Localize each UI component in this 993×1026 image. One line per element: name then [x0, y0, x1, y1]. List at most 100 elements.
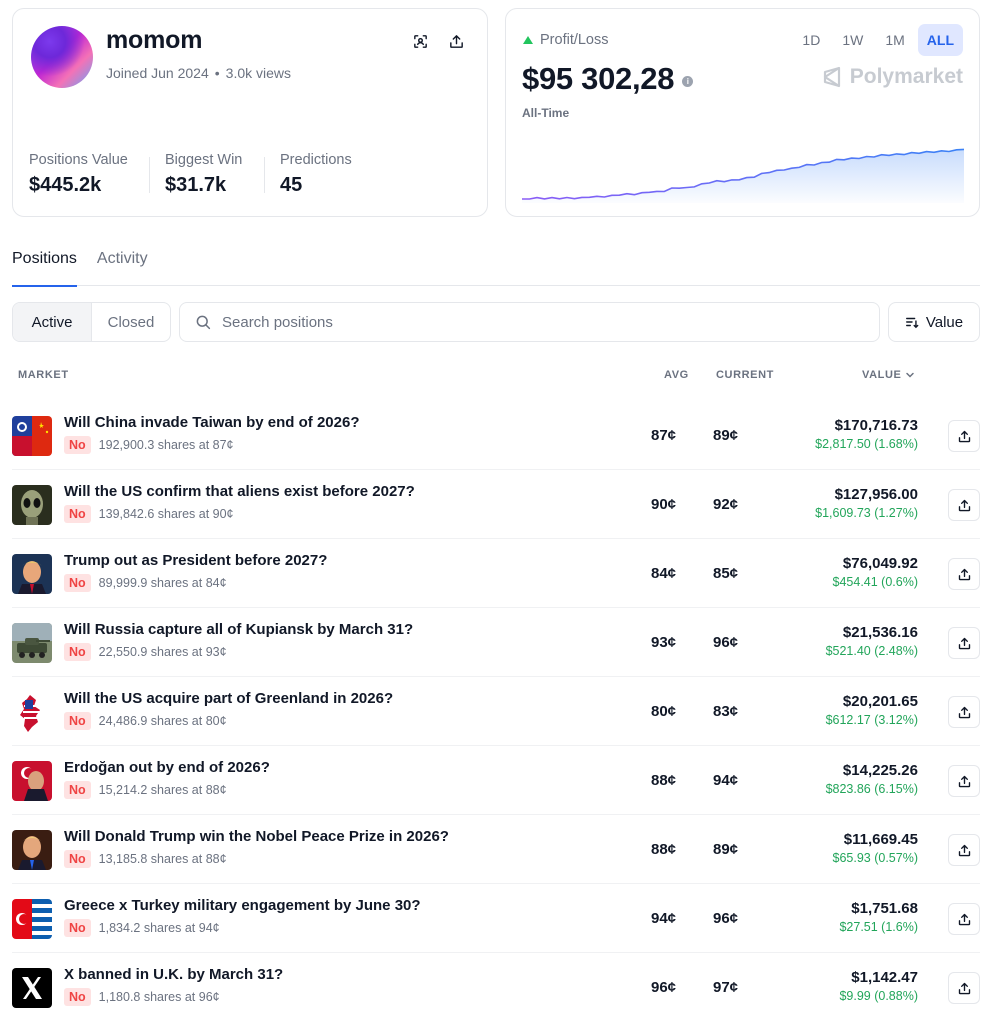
value-pnl: $9.99 (0.88%): [839, 989, 918, 1003]
profile-meta: Joined Jun 2024 • 3.0k views: [106, 65, 291, 81]
share-position-button[interactable]: [948, 972, 980, 1004]
current-price: 94¢: [713, 772, 739, 789]
stat-value: $445.2k: [29, 174, 102, 196]
avg-price: 93¢: [651, 634, 677, 651]
position-row[interactable]: Will the US confirm that aliens exist be…: [12, 470, 980, 539]
tab-activity[interactable]: Activity: [97, 245, 148, 286]
share-position-button[interactable]: [948, 627, 980, 659]
market-title[interactable]: Will the US confirm that aliens exist be…: [64, 483, 415, 500]
position-row[interactable]: Greece x Turkey military engagement by J…: [12, 884, 980, 953]
value-amount: $1,142.47: [851, 969, 918, 986]
sort-label: Value: [925, 313, 964, 331]
shares-info: 1,180.8 shares at 96¢: [98, 990, 220, 1004]
outcome-badge: No: [64, 712, 91, 730]
tab-positions[interactable]: Positions: [12, 245, 77, 287]
share-position-button[interactable]: [948, 765, 980, 797]
avg-price: 87¢: [651, 427, 677, 444]
stat-predictions: Predictions 45: [280, 152, 352, 197]
closed-filter-button[interactable]: Closed: [92, 303, 170, 341]
shares-info: 15,214.2 shares at 88¢: [98, 783, 227, 797]
stat-divider: [149, 157, 150, 193]
share-position-button[interactable]: [948, 834, 980, 866]
column-header-value[interactable]: VALUE: [862, 369, 915, 381]
position-meta: No 15,214.2 shares at 88¢: [64, 781, 227, 799]
position-row[interactable]: Will Donald Trump win the Nobel Peace Pr…: [12, 815, 980, 884]
range-tab-1m[interactable]: 1M: [876, 24, 913, 56]
position-meta: No 1,180.8 shares at 96¢: [64, 988, 220, 1006]
outcome-badge: No: [64, 643, 91, 661]
market-title[interactable]: Erdoğan out by end of 2026?: [64, 759, 270, 776]
avg-price: 90¢: [651, 496, 677, 513]
market-title[interactable]: Will Donald Trump win the Nobel Peace Pr…: [64, 828, 449, 845]
scan-icon[interactable]: [410, 31, 430, 51]
outcome-badge: No: [64, 436, 91, 454]
shares-info: 24,486.9 shares at 80¢: [98, 714, 227, 728]
market-title[interactable]: X banned in U.K. by March 31?: [64, 966, 283, 983]
column-header-current: CURRENT: [716, 369, 774, 381]
position-value: $11,669.45 $65.93 (0.57%): [833, 831, 918, 865]
market-title[interactable]: Will Russia capture all of Kupiansk by M…: [64, 621, 413, 638]
share-position-button[interactable]: [948, 903, 980, 935]
main-tabs: Positions Activity: [12, 245, 980, 287]
position-row[interactable]: X banned in U.K. by March 31? No 1,180.8…: [12, 953, 980, 1022]
current-price: 96¢: [713, 634, 739, 651]
pnl-area: [522, 149, 964, 203]
share-icon: [958, 844, 970, 856]
avg-price: 88¢: [651, 772, 677, 789]
value-pnl: $1,609.73 (1.27%): [815, 506, 918, 520]
range-tab-1d[interactable]: 1D: [793, 24, 829, 56]
share-icon[interactable]: [446, 31, 466, 51]
position-row[interactable]: Erdoğan out by end of 2026? No 15,214.2 …: [12, 746, 980, 815]
market-thumbnail: [12, 623, 52, 663]
position-value: $1,751.68 $27.51 (1.6%): [839, 900, 918, 934]
sort-button[interactable]: Value: [888, 302, 980, 342]
market-title[interactable]: Greece x Turkey military engagement by J…: [64, 897, 421, 914]
shares-info: 192,900.3 shares at 87¢: [98, 438, 234, 452]
range-tab-1w[interactable]: 1W: [833, 24, 872, 56]
share-position-button[interactable]: [948, 489, 980, 521]
market-title[interactable]: Trump out as President before 2027?: [64, 552, 327, 569]
share-icon: [958, 637, 970, 649]
shares-info: 1,834.2 shares at 94¢: [98, 921, 220, 935]
value-pnl: $612.17 (3.12%): [825, 713, 918, 727]
share-position-button[interactable]: [948, 420, 980, 452]
current-price: 92¢: [713, 496, 739, 513]
value-amount: $11,669.45: [843, 831, 918, 848]
value-pnl: $27.51 (1.6%): [839, 920, 918, 934]
market-thumbnail: [12, 416, 52, 456]
current-price: 83¢: [713, 703, 739, 720]
info-icon[interactable]: i: [682, 75, 694, 87]
share-position-button[interactable]: [948, 558, 980, 590]
value-pnl: $2,817.50 (1.68%): [815, 437, 918, 451]
profile-card: momom Joined Jun 2024 • 3.0k views Positio…: [12, 8, 488, 217]
search-box: [179, 302, 880, 342]
column-header-avg: AVG: [664, 369, 689, 381]
value-amount: $14,225.26: [842, 762, 918, 779]
position-meta: No 1,834.2 shares at 94¢: [64, 919, 220, 937]
market-thumbnail: [12, 554, 52, 594]
pnl-card: Profit/Loss $95 302,28 i All-Time 1D 1W …: [505, 8, 980, 217]
market-title[interactable]: Will the US acquire part of Greenland in…: [64, 690, 393, 707]
position-row[interactable]: Will the US acquire part of Greenland in…: [12, 677, 980, 746]
position-row[interactable]: Will China invade Taiwan by end of 2026?…: [12, 401, 980, 470]
active-filter-button[interactable]: Active: [13, 303, 92, 341]
position-row[interactable]: Will Russia capture all of Kupiansk by M…: [12, 608, 980, 677]
username: momom: [106, 26, 203, 54]
pnl-label: Profit/Loss: [523, 32, 609, 48]
joined-date: Joined Jun 2024: [106, 65, 209, 81]
outcome-badge: No: [64, 574, 91, 592]
share-position-button[interactable]: [948, 696, 980, 728]
search-input[interactable]: [222, 313, 822, 331]
stat-label: Positions Value: [29, 152, 128, 168]
position-row[interactable]: Trump out as President before 2027? No 8…: [12, 539, 980, 608]
position-status-toggle: Active Closed: [12, 302, 171, 342]
avatar: [31, 26, 93, 88]
share-icon: [958, 430, 970, 442]
market-thumbnail: [12, 692, 52, 732]
position-value: $76,049.92 $454.41 (0.6%): [833, 555, 918, 589]
current-price: 89¢: [713, 841, 739, 858]
avg-price: 94¢: [651, 910, 677, 927]
market-title[interactable]: Will China invade Taiwan by end of 2026?: [64, 414, 359, 431]
range-tab-all[interactable]: ALL: [917, 24, 963, 56]
chevron-down-icon: [906, 372, 915, 378]
